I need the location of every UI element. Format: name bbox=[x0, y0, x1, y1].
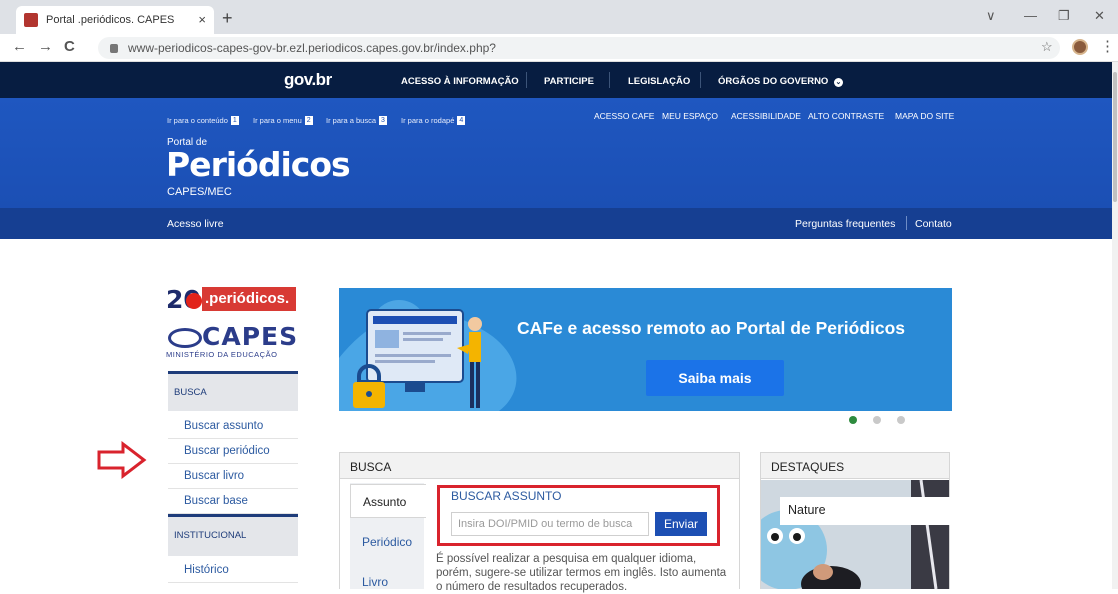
skip-link-label: Ir para a busca bbox=[326, 116, 377, 125]
tab-livro[interactable]: Livro bbox=[362, 575, 388, 589]
browser-tab[interactable]: Portal .periódicos. CAPES × bbox=[16, 6, 214, 34]
page-title[interactable]: Periódicos bbox=[166, 145, 351, 184]
minimize-button[interactable]: — bbox=[1024, 8, 1037, 23]
link-acessibilidade[interactable]: ACESSIBILIDADE bbox=[731, 111, 801, 121]
destaques-header: DESTAQUES bbox=[760, 452, 950, 479]
back-button[interactable]: ← bbox=[12, 38, 27, 55]
tab-assunto[interactable]: Assunto bbox=[350, 484, 426, 518]
skip-link-number: 3 bbox=[379, 116, 387, 125]
skip-link-number: 1 bbox=[230, 116, 239, 125]
tab-periodico[interactable]: Periódico bbox=[362, 535, 412, 549]
carousel-dot[interactable] bbox=[897, 416, 905, 424]
saiba-mais-button[interactable]: Saiba mais bbox=[646, 360, 784, 396]
periodicos-20-logo[interactable]: 20 .periódicos. bbox=[166, 285, 296, 314]
skip-link-label: Ir para o conteúdo bbox=[167, 116, 228, 125]
skip-link-number: 4 bbox=[457, 116, 466, 125]
skip-link-label: Ir para o menu bbox=[253, 116, 302, 125]
gov-link-orgaos[interactable]: ÓRGÃOS DO GOVERNO ⌄ bbox=[718, 76, 843, 87]
url-bar[interactable]: www-periodicos-capes-gov-br.ezl.periodic… bbox=[98, 37, 1060, 59]
gov-separator bbox=[609, 72, 610, 88]
gov-link-legislacao[interactable]: LEGISLAÇÃO bbox=[628, 76, 690, 87]
busca-help-text: É possível realizar a pesquisa em qualqu… bbox=[436, 553, 727, 593]
banner-title: CAFe e acesso remoto ao Portal de Periód… bbox=[517, 318, 906, 338]
link-alto-contraste[interactable]: ALTO CONTRASTE bbox=[808, 111, 884, 121]
capes-swirl-icon bbox=[168, 328, 202, 348]
menu-head-busca: BUSCA bbox=[168, 371, 298, 411]
tab-list-icon[interactable]: ∨ bbox=[986, 8, 996, 24]
menu-item-buscar-assunto[interactable]: Buscar assunto bbox=[168, 414, 298, 439]
menu-item-buscar-periodico[interactable]: Buscar periódico bbox=[168, 439, 298, 464]
scrollbar-thumb[interactable] bbox=[1113, 72, 1117, 202]
red-arrow-icon bbox=[97, 441, 147, 479]
subnav-separator bbox=[906, 216, 907, 230]
menu-item-buscar-livro[interactable]: Buscar livro bbox=[168, 464, 298, 489]
browser-menu-icon[interactable]: ⋮ bbox=[1100, 37, 1115, 55]
destaque-item-nature[interactable]: Nature bbox=[780, 497, 950, 525]
skip-link-content[interactable]: Ir para o conteúdo 1 bbox=[167, 116, 239, 125]
url-text: www-periodicos-capes-gov-br.ezl.periodic… bbox=[128, 41, 496, 55]
link-acesso-livre[interactable]: Acesso livre bbox=[167, 218, 224, 230]
restore-button[interactable]: ❐ bbox=[1058, 8, 1070, 24]
chevron-down-icon: ⌄ bbox=[833, 78, 843, 87]
skip-link-rodape[interactable]: Ir para o rodapé 4 bbox=[401, 116, 466, 125]
skip-link-busca[interactable]: Ir para a busca 3 bbox=[326, 116, 387, 125]
reload-button[interactable]: C bbox=[64, 38, 75, 55]
ministerio-label: MINISTÉRIO DA EDUCAÇÃO bbox=[166, 350, 278, 359]
menu-head-institucional: INSTITUCIONAL bbox=[168, 514, 298, 556]
link-perguntas-frequentes[interactable]: Perguntas frequentes bbox=[795, 218, 895, 230]
logo-red-dot bbox=[186, 293, 202, 309]
profile-avatar[interactable] bbox=[1072, 39, 1088, 55]
new-tab-button[interactable]: + bbox=[222, 8, 233, 29]
link-contato[interactable]: Contato bbox=[915, 218, 952, 230]
gov-separator bbox=[700, 72, 701, 88]
search-input[interactable] bbox=[451, 512, 649, 536]
bookmark-star-icon[interactable]: ☆ bbox=[1041, 39, 1053, 55]
gov-logo[interactable]: gov.br bbox=[284, 70, 332, 90]
carousel-dot[interactable] bbox=[873, 416, 881, 424]
gov-separator bbox=[526, 72, 527, 88]
capes-wordmark: CAPES bbox=[202, 322, 299, 351]
carousel-dot-active[interactable] bbox=[849, 416, 857, 424]
skip-link-menu[interactable]: Ir para o menu 2 bbox=[253, 116, 313, 125]
logo-periodicos: .periódicos. bbox=[202, 287, 296, 311]
menu-item-historico[interactable]: Histórico bbox=[168, 558, 298, 583]
page-subtitle: CAPES/MEC bbox=[167, 186, 232, 198]
lock-icon bbox=[110, 43, 118, 53]
gov-link-orgaos-label: ÓRGÃOS DO GOVERNO bbox=[718, 76, 829, 87]
link-meu-espaco[interactable]: MEU ESPAÇO bbox=[662, 111, 718, 121]
forward-button[interactable]: → bbox=[38, 38, 53, 55]
buscar-assunto-title: BUSCAR ASSUNTO bbox=[451, 489, 562, 503]
busca-panel-header: BUSCA bbox=[339, 452, 740, 479]
capes-logo[interactable]: CAPES MINISTÉRIO DA EDUCAÇÃO bbox=[166, 322, 298, 362]
gov-link-acesso[interactable]: ACESSO À INFORMAÇÃO bbox=[401, 76, 519, 87]
gov-link-participe[interactable]: PARTICIPE bbox=[544, 76, 594, 87]
skip-link-number: 2 bbox=[304, 116, 313, 125]
tab-close-icon[interactable]: × bbox=[198, 12, 206, 27]
link-mapa-do-site[interactable]: MAPA DO SITE bbox=[895, 111, 954, 121]
enviar-button[interactable]: Enviar bbox=[655, 512, 707, 536]
menu-item-buscar-base[interactable]: Buscar base bbox=[168, 489, 298, 514]
favicon-icon bbox=[24, 13, 38, 27]
skip-link-label: Ir para o rodapé bbox=[401, 116, 455, 125]
link-acesso-cafe[interactable]: ACESSO CAFE bbox=[594, 111, 654, 121]
tab-title: Portal .periódicos. CAPES bbox=[46, 14, 175, 26]
close-window-button[interactable]: ✕ bbox=[1094, 8, 1105, 24]
